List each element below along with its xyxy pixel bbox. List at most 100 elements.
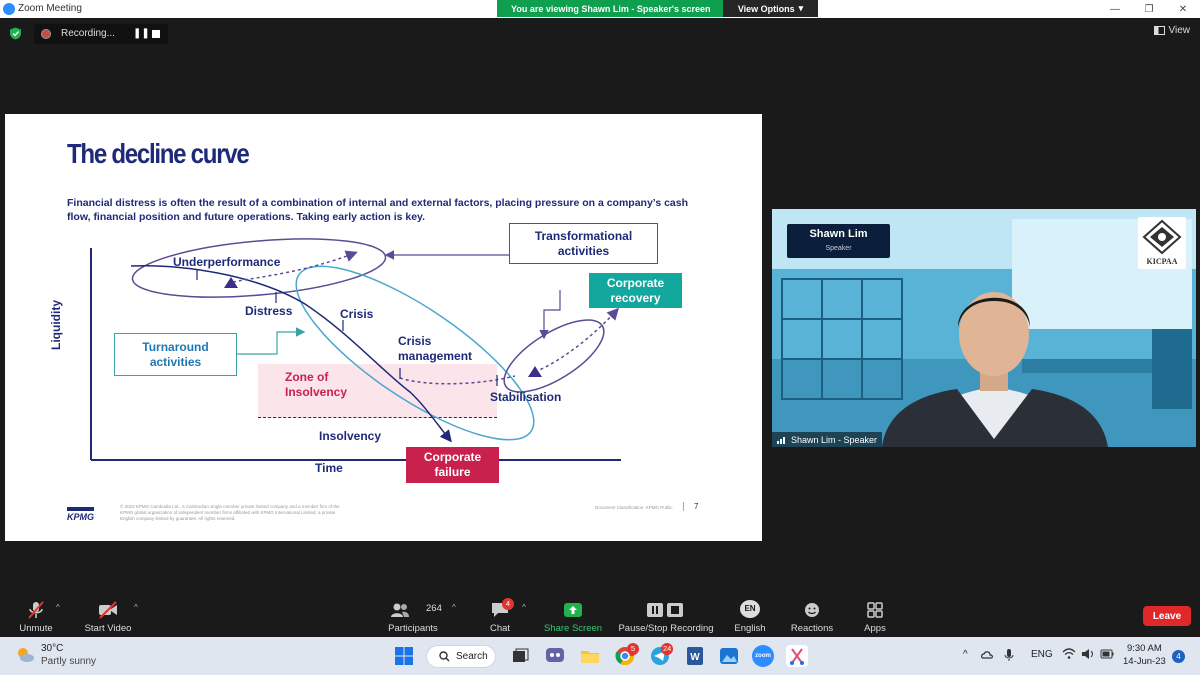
- share-screen-button[interactable]: Share Screen: [542, 597, 604, 637]
- pause-recording-icon[interactable]: ❚❚: [133, 28, 150, 39]
- speaker-name-card: Shawn Lim Speaker: [787, 224, 890, 258]
- meeting-toolbar: Unmute ^ Start Video ^ 264 Participants …: [0, 597, 1200, 637]
- recording-indicator: Recording... ❚❚: [34, 24, 168, 44]
- volume-icon[interactable]: [1081, 648, 1095, 660]
- apps-icon: [867, 602, 883, 618]
- onedrive-sync-icon[interactable]: [980, 648, 994, 662]
- video-caption: Shawn Lim - Speaker: [772, 432, 883, 447]
- wifi-icon[interactable]: [1062, 648, 1076, 660]
- view-options-button[interactable]: View Options ▾: [723, 0, 818, 17]
- transformational-activities-box: Transformational activities: [509, 223, 658, 264]
- kicpaa-logo: KICPAA: [1138, 217, 1186, 269]
- stabilisation-label: Stabilisation: [490, 390, 562, 404]
- underperformance-label: Underperformance: [173, 255, 281, 269]
- signal-strength-icon: [777, 436, 785, 444]
- zoom-meeting-window: Zoom Meeting You are viewing Shawn Lim -…: [0, 0, 1200, 675]
- screen-share-banner-text: You are viewing Shawn Lim - Speaker's sc…: [511, 4, 711, 14]
- share-screen-icon: [564, 603, 582, 617]
- distress-label: Distress: [245, 304, 293, 318]
- partly-sunny-weather-icon[interactable]: [15, 645, 35, 665]
- kpmg-logo: KPMG: [67, 507, 94, 522]
- show-hidden-icons-icon[interactable]: ^: [963, 649, 968, 660]
- weather-temperature: 30°C: [41, 643, 64, 654]
- windows-taskbar: 30°C Partly sunny Search 5 24 W zoom ^ E…: [0, 637, 1200, 675]
- taskbar-search[interactable]: Search: [426, 645, 496, 668]
- close-button[interactable]: ✕: [1166, 0, 1200, 18]
- reactions-button[interactable]: Reactions: [788, 597, 836, 637]
- microphone-tray-icon[interactable]: [1003, 648, 1015, 662]
- document-classification: Document Classification: KPMG Public: [595, 505, 673, 510]
- crisis-label: Crisis: [340, 307, 374, 321]
- stabilisation-recovery-path: [534, 307, 620, 373]
- copyright-fine-print: © 2023 KPMG Cambodia Ltd., a Cambodian s…: [120, 504, 340, 521]
- reactions-label: Reactions: [790, 623, 834, 634]
- windows-start-icon[interactable]: [393, 645, 415, 667]
- video-options-caret-icon[interactable]: ^: [134, 603, 138, 612]
- language-label: English: [734, 623, 766, 634]
- audio-options-caret-icon[interactable]: ^: [56, 603, 60, 612]
- view-button[interactable]: View: [1153, 25, 1190, 36]
- shared-slide: The decline curve Financial distress is …: [5, 114, 762, 541]
- participants-button[interactable]: 264 Participants: [384, 597, 442, 637]
- y-axis-label: Liquidity: [49, 300, 63, 350]
- start-video-button[interactable]: Start Video: [80, 597, 136, 637]
- participants-label: Participants: [388, 623, 438, 634]
- pause-stop-recording-label: Pause/Stop Recording: [618, 623, 714, 634]
- insolvency-label: Insolvency: [319, 429, 382, 443]
- chevron-down-icon: ▾: [798, 3, 804, 13]
- taskbar-clock[interactable]: 9:30 AM 14-Jun-23: [1123, 642, 1166, 668]
- teams-chat-icon[interactable]: [544, 645, 566, 667]
- task-view-icon[interactable]: [509, 645, 531, 667]
- notification-count-badge[interactable]: 4: [1172, 650, 1185, 663]
- x-axis-label: Time: [315, 461, 343, 475]
- chat-options-caret-icon[interactable]: ^: [522, 603, 526, 612]
- leave-button[interactable]: Leave: [1143, 606, 1191, 626]
- participants-icon: [391, 603, 410, 617]
- turnaround-connector: [237, 327, 306, 355]
- battery-icon[interactable]: [1100, 648, 1114, 660]
- stabilisation-triangle-marker: [528, 366, 542, 377]
- corporate-failure-box: Corporate failure: [406, 447, 499, 483]
- unmute-label: Unmute: [19, 623, 53, 634]
- snipping-tool-icon[interactable]: [786, 645, 808, 667]
- window-controls: — ❐ ✕: [1098, 0, 1200, 18]
- apps-button[interactable]: Apps: [856, 597, 894, 637]
- participants-count: 264: [426, 603, 442, 614]
- telegram-badge: 24: [661, 643, 674, 655]
- chrome-badge: 5: [627, 643, 639, 655]
- zone-of-insolvency-label: Zone of Insolvency: [285, 370, 348, 399]
- view-options-label: View Options: [737, 3, 795, 14]
- minimize-button[interactable]: —: [1098, 0, 1132, 18]
- apps-label: Apps: [864, 623, 886, 634]
- title-bar: Zoom Meeting You are viewing Shawn Lim -…: [0, 0, 1200, 18]
- corporate-recovery-box: Corporate recovery: [589, 273, 682, 308]
- language-code-icon: EN: [740, 600, 760, 618]
- turnaround-activities-box: Turnaround activities: [114, 333, 237, 376]
- maximize-button[interactable]: ❐: [1132, 0, 1166, 18]
- unmute-button[interactable]: Unmute: [10, 597, 62, 637]
- start-video-label: Start Video: [84, 623, 132, 634]
- zoom-app-icon[interactable]: zoom: [752, 645, 774, 667]
- stop-recording-icon[interactable]: [152, 30, 160, 38]
- photos-icon[interactable]: [718, 645, 740, 667]
- file-explorer-icon[interactable]: [579, 645, 601, 667]
- speaker-video[interactable]: Shawn Lim Speaker KICPAA Shawn Lim - Spe…: [772, 209, 1196, 447]
- recording-label: Recording...: [61, 28, 115, 39]
- microphone-muted-icon: [28, 601, 44, 619]
- pause-stop-recording-icon: [647, 603, 683, 617]
- input-language-indicator[interactable]: ENG: [1031, 649, 1053, 660]
- video-caption-text: Shawn Lim - Speaker: [791, 434, 878, 445]
- search-icon: [439, 651, 450, 662]
- kicpaa-emblem-icon: [1142, 219, 1182, 255]
- participants-options-caret-icon[interactable]: ^: [452, 603, 456, 612]
- chat-button[interactable]: 4 Chat: [480, 597, 520, 637]
- window-title: Zoom Meeting: [18, 3, 82, 14]
- share-screen-label: Share Screen: [543, 623, 603, 634]
- speaker-name: Shawn Lim: [809, 228, 868, 240]
- security-shield-icon[interactable]: [9, 27, 22, 40]
- smiley-reaction-icon: [805, 603, 819, 617]
- pause-stop-recording-button[interactable]: Pause/Stop Recording: [614, 597, 718, 637]
- word-icon[interactable]: W: [684, 645, 706, 667]
- recording-dot-icon: [41, 29, 51, 39]
- language-interpretation-button[interactable]: EN English: [730, 597, 770, 637]
